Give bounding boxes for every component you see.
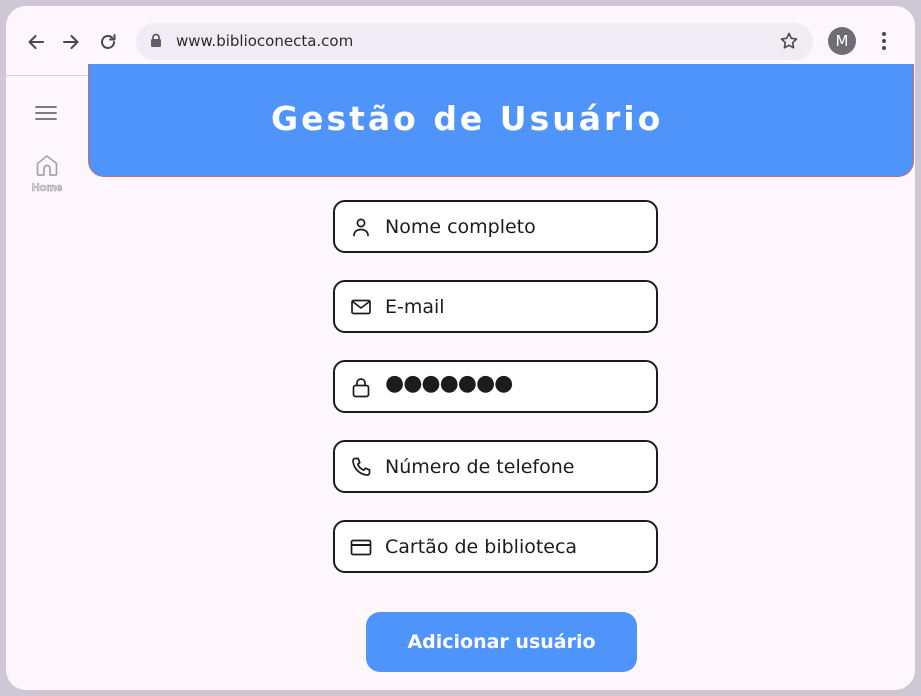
home-icon: [34, 155, 60, 182]
password-field[interactable]: ●●●●●●●: [333, 360, 658, 413]
profile-avatar[interactable]: M: [828, 27, 856, 55]
back-arrow-icon[interactable]: [24, 30, 48, 54]
url-text: www.biblioconecta.com: [176, 32, 354, 50]
address-bar[interactable]: www.biblioconecta.com: [136, 23, 813, 60]
person-icon: [350, 216, 372, 238]
page-header: Gestão de Usuário: [88, 64, 914, 177]
envelope-icon: [350, 296, 372, 318]
full-name-field[interactable]: [333, 200, 658, 253]
page-title: Gestão de Usuário: [271, 99, 664, 138]
more-options-icon[interactable]: [876, 30, 892, 56]
library-card-field[interactable]: [333, 520, 658, 573]
navigation-rail: Home: [6, 76, 88, 690]
lock-icon: [150, 33, 162, 52]
menu-icon[interactable]: [34, 104, 58, 126]
library-card-input[interactable]: [385, 530, 650, 564]
full-name-input[interactable]: [385, 210, 650, 244]
card-icon: [350, 536, 372, 558]
nav-item-home-label: Home: [31, 182, 63, 195]
password-masked-value: ●●●●●●●: [385, 371, 513, 396]
browser-window: www.biblioconecta.com M Home Gestão de U…: [6, 6, 915, 690]
lock-icon: [350, 376, 372, 398]
email-field[interactable]: [333, 280, 658, 333]
reload-icon[interactable]: [96, 30, 120, 54]
phone-input[interactable]: [385, 450, 650, 484]
add-user-button[interactable]: Adicionar usuário: [366, 612, 637, 672]
email-input[interactable]: [385, 290, 650, 324]
forward-arrow-icon[interactable]: [59, 30, 83, 54]
phone-field[interactable]: [333, 440, 658, 493]
nav-item-home[interactable]: Home: [31, 152, 63, 194]
bookmark-star-icon[interactable]: [779, 31, 799, 55]
phone-icon: [350, 456, 372, 478]
